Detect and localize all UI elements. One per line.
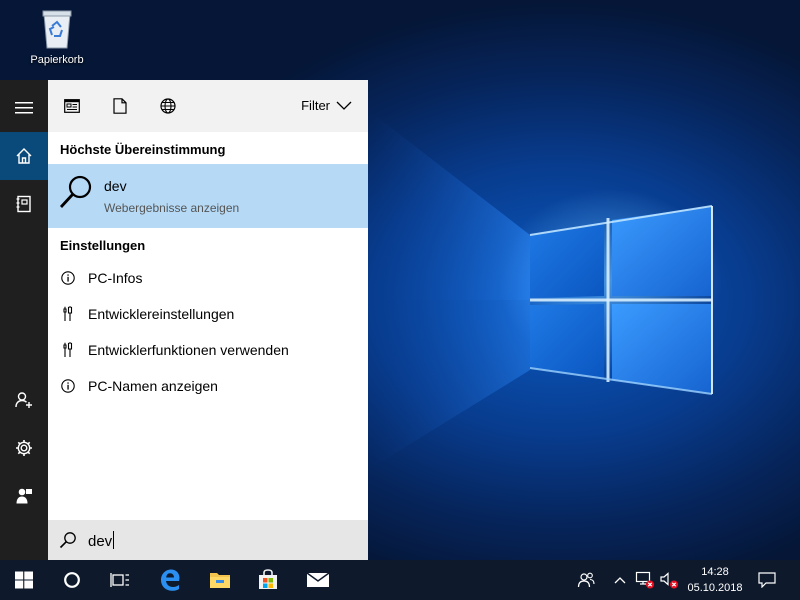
file-explorer-taskbar-button[interactable] — [196, 560, 244, 600]
apps-filter-button[interactable] — [62, 96, 82, 116]
file-explorer-icon — [210, 573, 230, 588]
gear-icon — [16, 440, 32, 456]
developer-tools-icon — [63, 306, 73, 321]
add-person-icon — [15, 392, 32, 408]
chevron-down-icon — [336, 101, 352, 110]
desktop-icon-label: Papierkorb — [30, 54, 84, 66]
show-hidden-icons-button[interactable] — [610, 560, 630, 600]
setting-item-label: PC-Namen anzeigen — [88, 378, 218, 394]
search-panel: Filter Höchste Übereinstimmung dev Weber… — [48, 80, 368, 560]
search-icon — [59, 175, 92, 208]
developer-tools-icon — [63, 342, 73, 357]
best-match-subtitle: Webergebnisse anzeigen — [104, 201, 240, 215]
search-filter-toolbar: Filter — [48, 80, 368, 132]
volume-muted-icon — [660, 572, 678, 589]
store-taskbar-button[interactable] — [244, 560, 292, 600]
start-button[interactable] — [0, 560, 48, 600]
clock-date: 05.10.2018 — [687, 582, 743, 594]
action-center-button[interactable] — [752, 560, 782, 600]
network-disconnected-icon — [635, 571, 654, 589]
document-icon — [113, 98, 127, 114]
best-match-title: dev — [104, 178, 127, 194]
notebook-icon — [16, 195, 31, 213]
edge-icon — [161, 569, 180, 591]
apps-icon — [64, 99, 80, 113]
setting-item-developer-settings[interactable]: Entwicklereinstellungen — [48, 296, 368, 332]
search-input-value: dev — [88, 532, 113, 550]
info-icon — [61, 379, 75, 393]
setting-item-pc-info[interactable]: PC-Infos — [48, 260, 368, 296]
settings-button[interactable] — [0, 424, 48, 472]
people-icon — [577, 572, 595, 588]
search-results: Höchste Übereinstimmung dev Webergebniss… — [48, 132, 368, 520]
home-button[interactable] — [0, 132, 48, 180]
edge-taskbar-button[interactable] — [146, 560, 194, 600]
setting-item-label: Entwicklerfunktionen verwenden — [88, 342, 289, 358]
task-view-icon — [110, 573, 129, 587]
documents-filter-button[interactable] — [110, 96, 130, 116]
chevron-up-icon — [614, 577, 626, 584]
hamburger-menu-button[interactable] — [0, 84, 48, 132]
search-input[interactable]: dev — [88, 530, 115, 550]
setting-item-show-pc-name[interactable]: PC-Namen anzeigen — [48, 368, 368, 404]
settings-header: Einstellungen — [60, 238, 146, 253]
mail-taskbar-button[interactable] — [294, 560, 342, 600]
setting-item-use-developer-features[interactable]: Entwicklerfunktionen verwenden — [48, 332, 368, 368]
store-icon — [259, 569, 277, 589]
cortana-icon — [64, 572, 80, 588]
filter-dropdown[interactable]: Filter — [301, 98, 352, 113]
action-center-icon — [758, 572, 776, 588]
best-match-result[interactable]: dev Webergebnisse anzeigen — [48, 164, 368, 228]
network-button[interactable] — [633, 560, 657, 600]
hamburger-menu-icon — [15, 102, 33, 114]
cortana-button[interactable] — [48, 560, 96, 600]
search-icon — [59, 532, 76, 549]
clock-time: 14:28 — [701, 566, 729, 578]
feedback-button[interactable] — [0, 472, 48, 520]
task-view-button[interactable] — [96, 560, 144, 600]
home-icon — [16, 148, 32, 164]
globe-icon — [160, 98, 176, 114]
taskbar: 14:28 05.10.2018 — [0, 560, 800, 600]
best-match-header: Höchste Übereinstimmung — [60, 142, 226, 157]
text-caret — [113, 530, 115, 549]
volume-button[interactable] — [657, 560, 681, 600]
clock[interactable]: 14:28 05.10.2018 — [682, 564, 748, 596]
start-rail — [0, 80, 48, 560]
recycle-bin-icon — [42, 10, 72, 49]
filter-label: Filter — [301, 98, 330, 113]
search-box[interactable]: dev — [48, 520, 368, 560]
feedback-icon — [16, 488, 32, 504]
setting-item-label: PC-Infos — [88, 270, 143, 286]
desktop-icon-recycle-bin[interactable]: Papierkorb — [22, 8, 92, 66]
windows-start-icon — [15, 571, 33, 589]
info-icon — [61, 271, 75, 285]
notebook-button[interactable] — [0, 180, 48, 228]
add-person-button[interactable] — [0, 376, 48, 424]
web-filter-button[interactable] — [158, 96, 178, 116]
setting-item-label: Entwicklereinstellungen — [88, 306, 235, 322]
mail-icon — [306, 572, 330, 587]
people-button[interactable] — [572, 560, 600, 600]
